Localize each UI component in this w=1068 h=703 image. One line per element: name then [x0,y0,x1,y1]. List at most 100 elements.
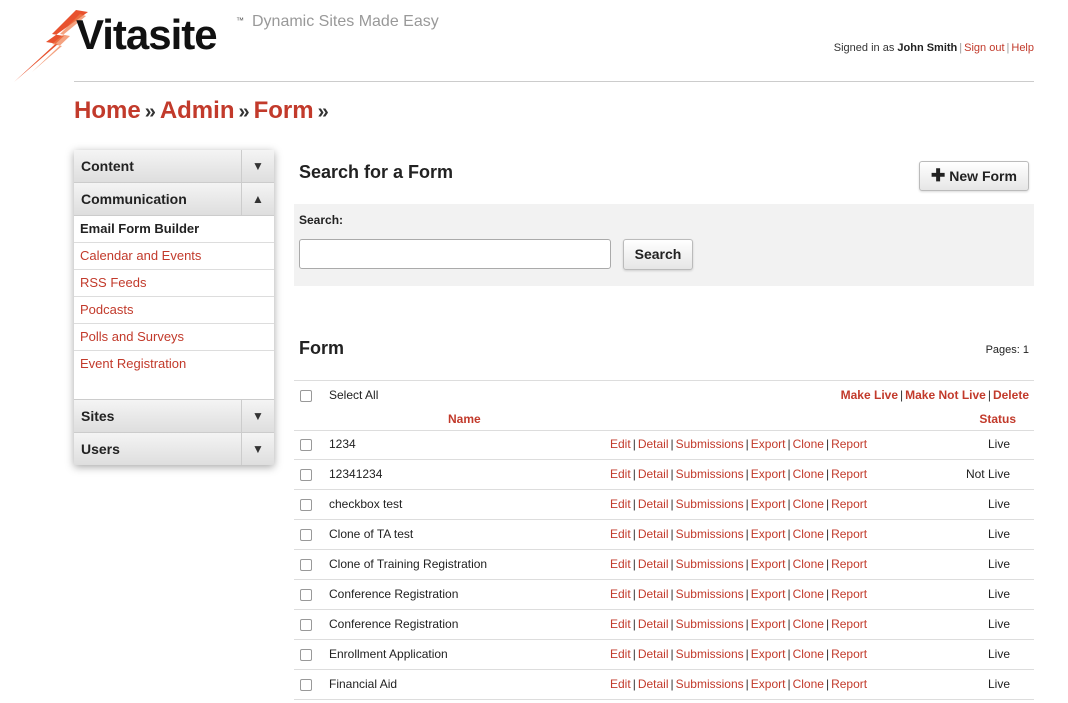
sidebar-item-email-form-builder[interactable]: Email Form Builder [74,216,274,243]
report-link[interactable]: Report [831,437,867,451]
vitasite-logo[interactable]: Vitasite ™ [14,8,244,84]
select-all-checkbox[interactable] [300,390,312,402]
submissions-link[interactable]: Submissions [676,617,744,631]
form-table-body: 1234 Edit | Detail | Submissions | Export | Clone… [294,430,1034,700]
form-status: Not Live [965,467,1010,481]
report-link[interactable]: Report [831,617,867,631]
detail-link[interactable]: Detail [638,437,669,451]
form-status: Live [987,557,1010,571]
sidebar-section-users[interactable]: Users ▼ [74,433,274,465]
edit-link[interactable]: Edit [610,467,631,481]
table-row: checkbox test Edit | Detail | Submissions | Exp… [294,490,1034,520]
detail-link[interactable]: Detail [638,557,669,571]
export-link[interactable]: Export [751,437,786,451]
breadcrumb-home[interactable]: Home [74,97,141,124]
clone-link[interactable]: Clone [793,557,824,571]
search-input[interactable] [299,239,611,269]
form-name: Clone of Training Registration [329,557,488,571]
row-checkbox[interactable] [300,589,312,601]
delete-link[interactable]: Delete [993,388,1029,402]
submissions-link[interactable]: Submissions [676,677,744,691]
report-link[interactable]: Report [831,647,867,661]
edit-link[interactable]: Edit [610,527,631,541]
export-link[interactable]: Export [751,677,786,691]
export-link[interactable]: Export [751,557,786,571]
clone-link[interactable]: Clone [793,677,824,691]
clone-link[interactable]: Clone [793,527,824,541]
chevron-up-icon[interactable]: ▲ [241,183,274,215]
sidebar-item-event-registration[interactable]: Event Registration [74,351,274,377]
sidebar-item-rss-feeds[interactable]: RSS Feeds [74,270,274,297]
report-link[interactable]: Report [831,677,867,691]
row-checkbox[interactable] [300,559,312,571]
row-checkbox[interactable] [300,499,312,511]
breadcrumb-admin[interactable]: Admin [160,97,235,124]
clone-link[interactable]: Clone [793,467,824,481]
row-checkbox[interactable] [300,649,312,661]
submissions-link[interactable]: Submissions [676,527,744,541]
edit-link[interactable]: Edit [610,497,631,511]
submissions-link[interactable]: Submissions [676,587,744,601]
new-form-label: New Form [949,168,1017,184]
make-not-live-link[interactable]: Make Not Live [905,388,986,402]
report-link[interactable]: Report [831,497,867,511]
breadcrumb-form[interactable]: Form [254,97,314,124]
row-actions: Edit | Detail | Submissions | Export | Clone | Rep… [610,647,867,661]
submissions-link[interactable]: Submissions [676,497,744,511]
new-form-button[interactable]: ✚ New Form [919,161,1029,191]
sidebar-section-communication[interactable]: Communication ▲ [74,183,274,216]
export-link[interactable]: Export [751,587,786,601]
row-checkbox[interactable] [300,679,312,691]
edit-link[interactable]: Edit [610,437,631,451]
sidebar-section-content[interactable]: Content ▼ [74,150,274,183]
detail-link[interactable]: Detail [638,677,669,691]
clone-link[interactable]: Clone [793,587,824,601]
help-link[interactable]: Help [1011,42,1034,54]
clone-link[interactable]: Clone [793,647,824,661]
submissions-link[interactable]: Submissions [676,557,744,571]
report-link[interactable]: Report [831,527,867,541]
make-live-link[interactable]: Make Live [841,388,898,402]
column-header-name[interactable]: Name [448,412,481,426]
chevron-down-icon[interactable]: ▼ [241,150,274,182]
search-panel: Search: Search [294,204,1034,286]
submissions-link[interactable]: Submissions [676,647,744,661]
detail-link[interactable]: Detail [638,587,669,601]
report-link[interactable]: Report [831,557,867,571]
detail-link[interactable]: Detail [638,467,669,481]
row-checkbox[interactable] [300,469,312,481]
report-link[interactable]: Report [831,587,867,601]
edit-link[interactable]: Edit [610,557,631,571]
detail-link[interactable]: Detail [638,617,669,631]
search-button[interactable]: Search [623,239,693,270]
submissions-link[interactable]: Submissions [676,467,744,481]
detail-link[interactable]: Detail [638,527,669,541]
sign-out-link[interactable]: Sign out [964,42,1004,54]
detail-link[interactable]: Detail [638,497,669,511]
edit-link[interactable]: Edit [610,587,631,601]
row-checkbox[interactable] [300,619,312,631]
sidebar-item-podcasts[interactable]: Podcasts [74,297,274,324]
detail-link[interactable]: Detail [638,647,669,661]
clone-link[interactable]: Clone [793,617,824,631]
sidebar-item-polls-and-surveys[interactable]: Polls and Surveys [74,324,274,351]
column-header-status[interactable]: Status [979,412,1016,426]
sidebar-item-calendar-and-events[interactable]: Calendar and Events [74,243,274,270]
edit-link[interactable]: Edit [610,617,631,631]
edit-link[interactable]: Edit [610,677,631,691]
export-link[interactable]: Export [751,497,786,511]
chevron-down-icon[interactable]: ▼ [241,433,274,465]
row-checkbox[interactable] [300,529,312,541]
clone-link[interactable]: Clone [793,497,824,511]
export-link[interactable]: Export [751,527,786,541]
row-checkbox[interactable] [300,439,312,451]
clone-link[interactable]: Clone [793,437,824,451]
report-link[interactable]: Report [831,467,867,481]
chevron-down-icon[interactable]: ▼ [241,400,274,432]
edit-link[interactable]: Edit [610,647,631,661]
export-link[interactable]: Export [751,617,786,631]
export-link[interactable]: Export [751,467,786,481]
sidebar-section-sites[interactable]: Sites ▼ [74,400,274,433]
submissions-link[interactable]: Submissions [676,437,744,451]
export-link[interactable]: Export [751,647,786,661]
